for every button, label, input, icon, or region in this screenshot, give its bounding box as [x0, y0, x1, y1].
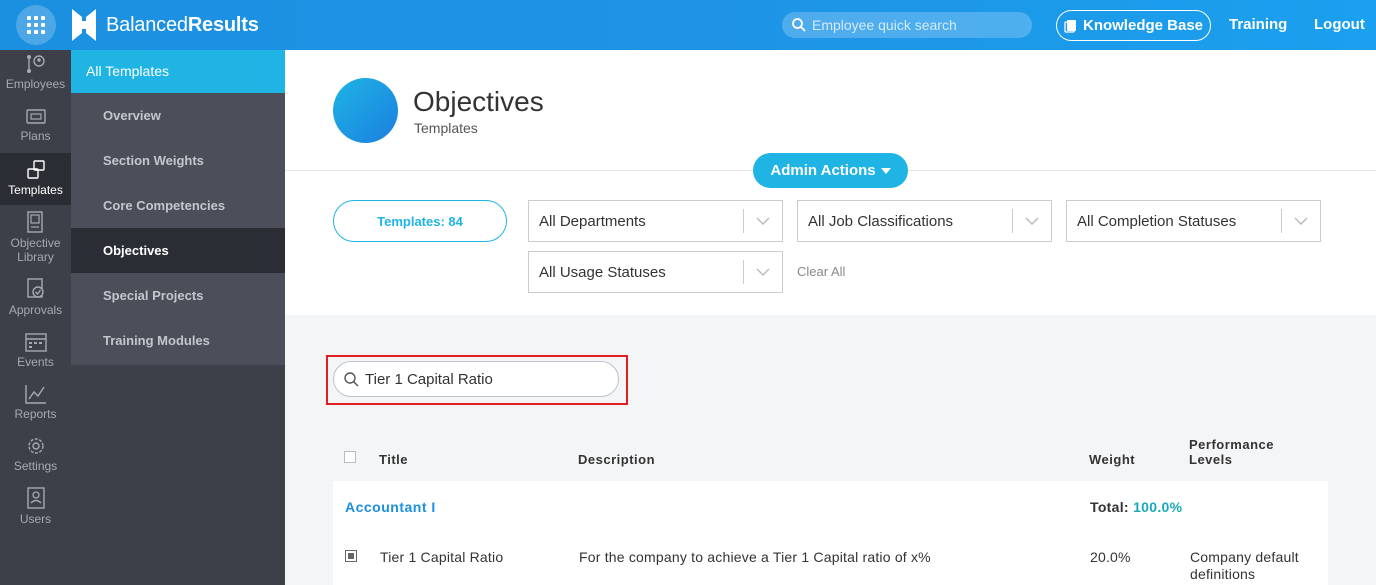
nav-templates-label: Templates [8, 183, 63, 197]
logo-mark-icon [72, 9, 96, 41]
book-icon [1064, 19, 1076, 33]
column-header-performance[interactable]: Performance [1189, 437, 1274, 452]
nav-events[interactable]: Events [0, 331, 71, 379]
completion-status-filter[interactable]: All Completion Statuses [1066, 200, 1321, 242]
admin-actions-label: Admin Actions [770, 162, 876, 179]
completion-status-filter-value: All Completion Statuses [1077, 212, 1237, 230]
usage-status-filter-value: All Usage Statuses [539, 263, 666, 281]
subnav-item-section-weights[interactable]: Section Weights [71, 138, 285, 183]
knowledge-base-button[interactable]: Knowledge Base [1056, 10, 1211, 41]
row-description: For the company to achieve a Tier 1 Capi… [579, 549, 931, 565]
nav-reports[interactable]: Reports [0, 383, 71, 431]
subnav-item-training-modules[interactable]: Training Modules [71, 318, 285, 363]
nav-reports-label: Reports [14, 407, 57, 421]
clear-all-link[interactable]: Clear All [797, 264, 845, 279]
nav-objective-library-label: Objective Library [10, 236, 61, 264]
chevron-down-icon [1013, 217, 1051, 225]
nav-plans[interactable]: Plans [0, 107, 71, 155]
page-title: Objectives [413, 86, 544, 117]
nav-settings-label: Settings [13, 459, 58, 473]
row-performance-levels: Company default [1190, 549, 1299, 565]
top-bar: BalancedResults Knowledge Base Training … [0, 0, 1376, 50]
template-group-title[interactable]: Accountant I [345, 499, 436, 515]
chevron-down-icon [744, 268, 782, 276]
row-title[interactable]: Tier 1 Capital Ratio [380, 549, 503, 565]
chevron-down-icon [1282, 217, 1320, 225]
icon-nav: Employees Plans Templates Objective Libr… [0, 50, 71, 585]
nav-plans-label: Plans [20, 129, 51, 143]
all-templates-link[interactable]: All Templates [71, 50, 285, 93]
column-header-weight[interactable]: Weight [1089, 452, 1135, 467]
nav-employees[interactable]: Employees [0, 53, 71, 101]
chevron-down-icon [744, 217, 782, 225]
apps-grid-icon[interactable] [16, 5, 56, 45]
search-icon [792, 18, 806, 32]
nav-employees-label: Employees [5, 77, 66, 91]
row-weight: 20.0% [1090, 549, 1131, 565]
brand-name-light: Balanced [106, 13, 188, 36]
templates-table [333, 481, 1328, 585]
sub-nav: All Templates Overview Section Weights C… [71, 50, 285, 585]
column-header-levels[interactable]: Levels [1189, 452, 1232, 467]
column-header-title[interactable]: Title [379, 452, 408, 467]
templates-icon [26, 160, 45, 179]
employees-icon [26, 55, 45, 73]
knowledge-base-label: Knowledge Base [1082, 17, 1204, 34]
department-filter[interactable]: All Departments [528, 200, 783, 242]
nav-approvals[interactable]: Approvals [0, 277, 71, 325]
library-icon [26, 211, 43, 233]
total-label: Total: [1090, 499, 1129, 515]
template-search-input[interactable] [365, 370, 605, 388]
group-total: Total: 100.0% [1090, 499, 1182, 515]
nav-objective-library[interactable]: Objective Library [0, 210, 71, 270]
nav-templates[interactable]: Templates [0, 153, 71, 205]
logout-link[interactable]: Logout [1314, 16, 1365, 33]
gear-icon [27, 438, 44, 454]
subnav-item-core-competencies[interactable]: Core Competencies [71, 183, 285, 228]
row-checkbox[interactable] [345, 550, 357, 562]
nav-users[interactable]: Users [0, 486, 71, 534]
template-search[interactable] [333, 361, 619, 397]
page-subtitle: Templates [414, 120, 478, 136]
job-classification-filter-value: All Job Classifications [808, 212, 954, 230]
chart-icon [24, 385, 46, 404]
quick-search-input[interactable] [812, 17, 1012, 33]
templates-count-button[interactable]: Templates: 84 [333, 200, 507, 242]
row-performance-levels-2: definitions [1190, 566, 1256, 582]
admin-actions-button[interactable]: Admin Actions [753, 153, 908, 188]
brand-logo[interactable]: BalancedResults [70, 6, 259, 44]
templates-menu: Overview Section Weights Core Competenci… [71, 93, 285, 365]
employee-quick-search[interactable] [782, 12, 1032, 38]
caret-down-icon [880, 167, 891, 174]
department-filter-value: All Departments [539, 212, 646, 230]
nav-settings[interactable]: Settings [0, 435, 71, 483]
page-header-avatar [333, 78, 398, 143]
calendar-icon [24, 333, 47, 352]
nav-users-label: Users [19, 512, 52, 526]
nav-events-label: Events [17, 355, 54, 369]
column-header-description[interactable]: Description [578, 452, 655, 467]
users-icon [26, 487, 45, 509]
main-content: Objectives Templates Admin Actions Templ… [285, 50, 1376, 585]
usage-status-filter[interactable]: All Usage Statuses [528, 251, 783, 293]
job-classification-filter[interactable]: All Job Classifications [797, 200, 1052, 242]
search-icon [344, 371, 359, 386]
approvals-icon [26, 278, 44, 298]
subnav-item-overview[interactable]: Overview [71, 93, 285, 138]
plans-icon [25, 109, 46, 124]
nav-approvals-label: Approvals [8, 303, 63, 317]
brand-name-bold: Results [187, 13, 259, 36]
subnav-item-objectives[interactable]: Objectives [71, 228, 285, 273]
training-link[interactable]: Training [1229, 16, 1287, 33]
total-value: 100.0% [1133, 499, 1183, 515]
select-all-checkbox[interactable] [344, 451, 356, 463]
subnav-item-special-projects[interactable]: Special Projects [71, 273, 285, 318]
